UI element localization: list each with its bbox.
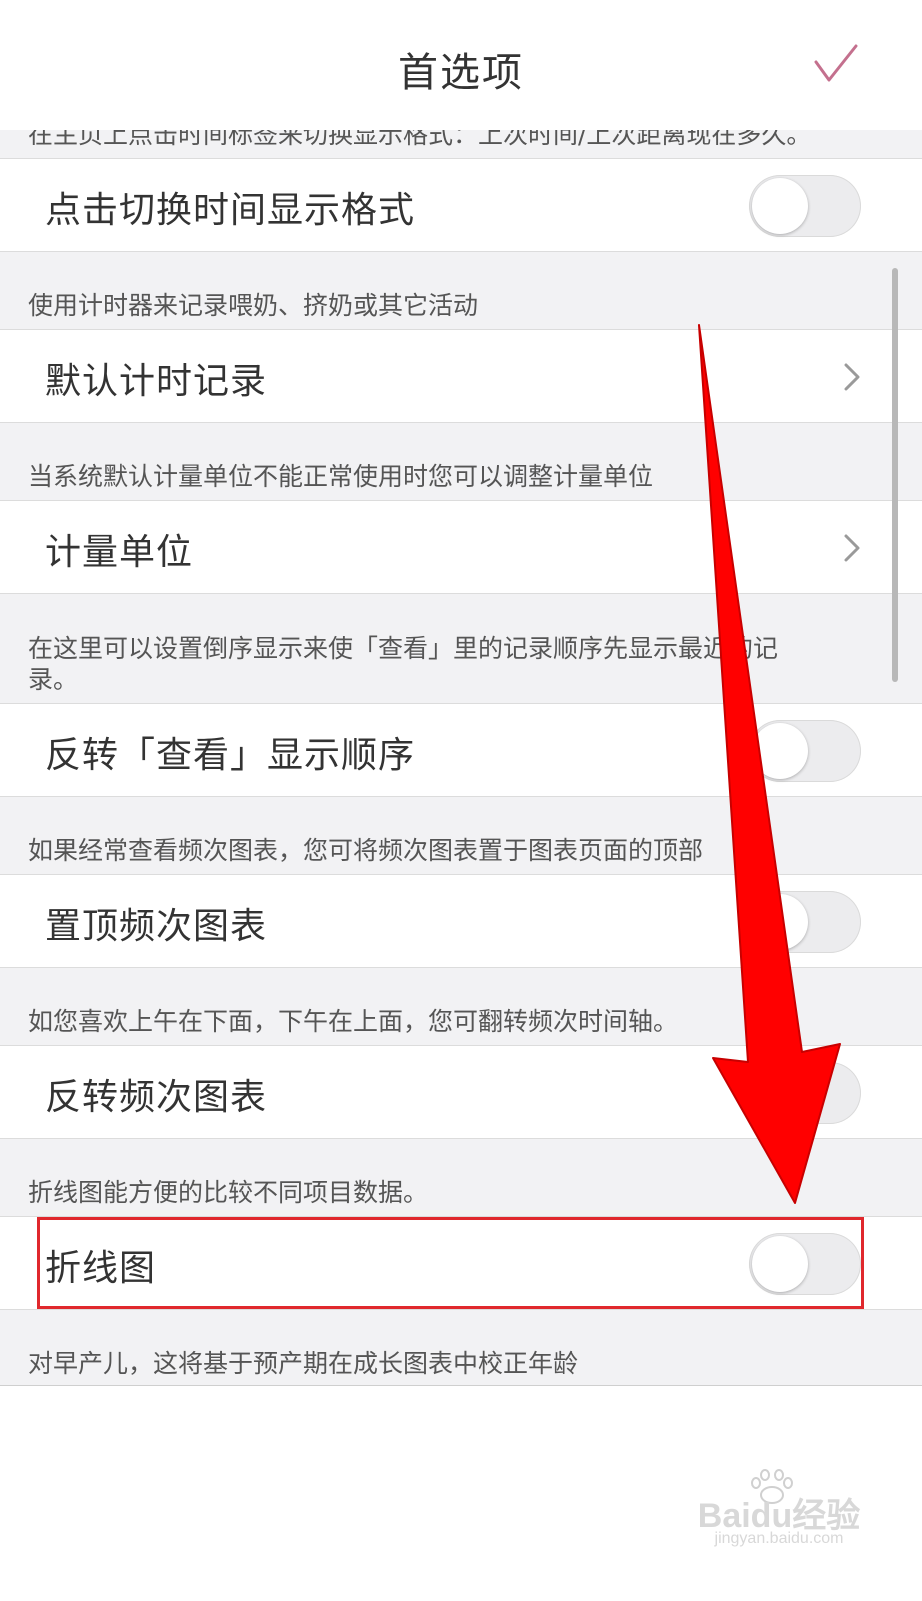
row-label: 反转「查看」显示顺序 bbox=[45, 735, 416, 776]
section-description: 使用计时器来记录喂奶、挤奶或其它活动 bbox=[0, 252, 922, 329]
row-pin-frequency-chart[interactable]: 置顶频次图表 bbox=[0, 874, 922, 968]
toggle-switch[interactable] bbox=[749, 720, 861, 782]
toggle-switch[interactable] bbox=[749, 1062, 861, 1124]
row-label: 默认计时记录 bbox=[45, 361, 268, 402]
section-description: 如果经常查看频次图表，您可将频次图表置于图表页面的顶部 bbox=[0, 797, 922, 874]
watermark-url: jingyan.baidu.com bbox=[714, 1530, 844, 1547]
section-description: 如您喜欢上午在下面，下午在上面，您可翻转频次时间轴。 bbox=[0, 968, 922, 1045]
toggle-knob bbox=[752, 1236, 808, 1292]
chevron-right-icon bbox=[844, 363, 860, 391]
row-line-chart[interactable]: 折线图 bbox=[0, 1216, 922, 1310]
row-default-timer-record[interactable]: 默认计时记录 bbox=[0, 329, 922, 423]
toggle-switch[interactable] bbox=[749, 1233, 861, 1295]
row-label: 反转频次图表 bbox=[45, 1077, 268, 1118]
toggle-knob bbox=[752, 178, 808, 234]
scrollbar[interactable] bbox=[892, 268, 898, 682]
row-reverse-view-order[interactable]: 反转「查看」显示顺序 bbox=[0, 703, 922, 797]
toggle-knob bbox=[752, 894, 808, 950]
preferences-list: 在主页上点击时间标签来切换显示格式：上次时间/上次距离现在多久。 点击切换时间显… bbox=[0, 0, 922, 1385]
row-reverse-frequency-chart[interactable]: 反转频次图表 bbox=[0, 1045, 922, 1139]
chevron-right-icon bbox=[844, 534, 860, 562]
section-description: 当系统默认计量单位不能正常使用时您可以调整计量单位 bbox=[0, 423, 922, 500]
watermark: Baidu经验 jingyan.baidu.com bbox=[694, 1468, 864, 1554]
section-description: 在这里可以设置倒序显示来使「查看」里的记录顺序先显示最近的记录。 bbox=[0, 594, 922, 703]
row-tap-toggle-time-format[interactable]: 点击切换时间显示格式 bbox=[0, 158, 922, 252]
toggle-knob bbox=[752, 723, 808, 779]
page-title: 首选项 bbox=[398, 50, 524, 96]
row-label: 计量单位 bbox=[45, 532, 194, 573]
section-description: 折线图能方便的比较不同项目数据。 bbox=[0, 1139, 922, 1216]
row-label: 折线图 bbox=[45, 1248, 157, 1289]
toggle-switch[interactable] bbox=[749, 175, 861, 237]
toggle-knob bbox=[752, 1065, 808, 1121]
header-bar: 首选项 bbox=[0, 0, 922, 130]
toggle-switch[interactable] bbox=[749, 891, 861, 953]
section-description: 对早产儿，这将基于预产期在成长图表中校正年龄 bbox=[0, 1310, 922, 1385]
checkmark-icon[interactable] bbox=[812, 40, 860, 88]
row-measurement-units[interactable]: 计量单位 bbox=[0, 500, 922, 594]
row-label: 点击切换时间显示格式 bbox=[45, 190, 416, 231]
row-label: 置顶频次图表 bbox=[45, 906, 268, 947]
